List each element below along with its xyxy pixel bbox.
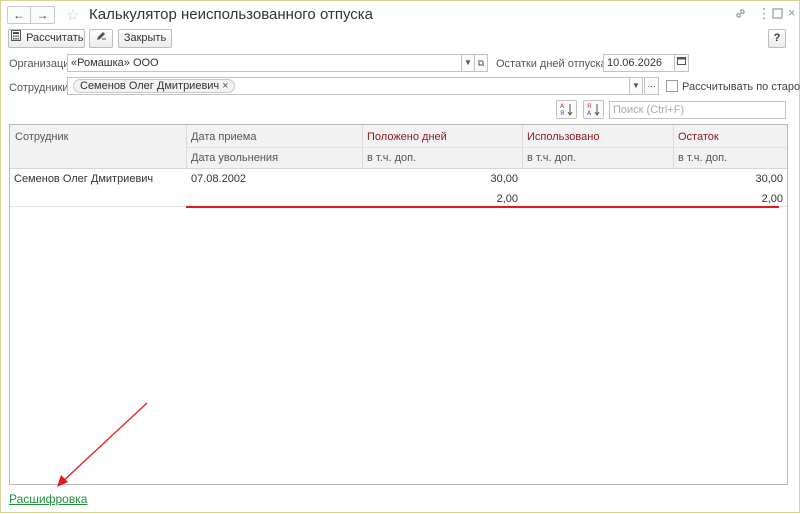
calculator-window: ← → ☆ Калькулятор неиспользованного отпу… (0, 0, 800, 513)
details-link[interactable]: Расшифровка (9, 492, 87, 506)
annotation-arrow (57, 402, 148, 487)
